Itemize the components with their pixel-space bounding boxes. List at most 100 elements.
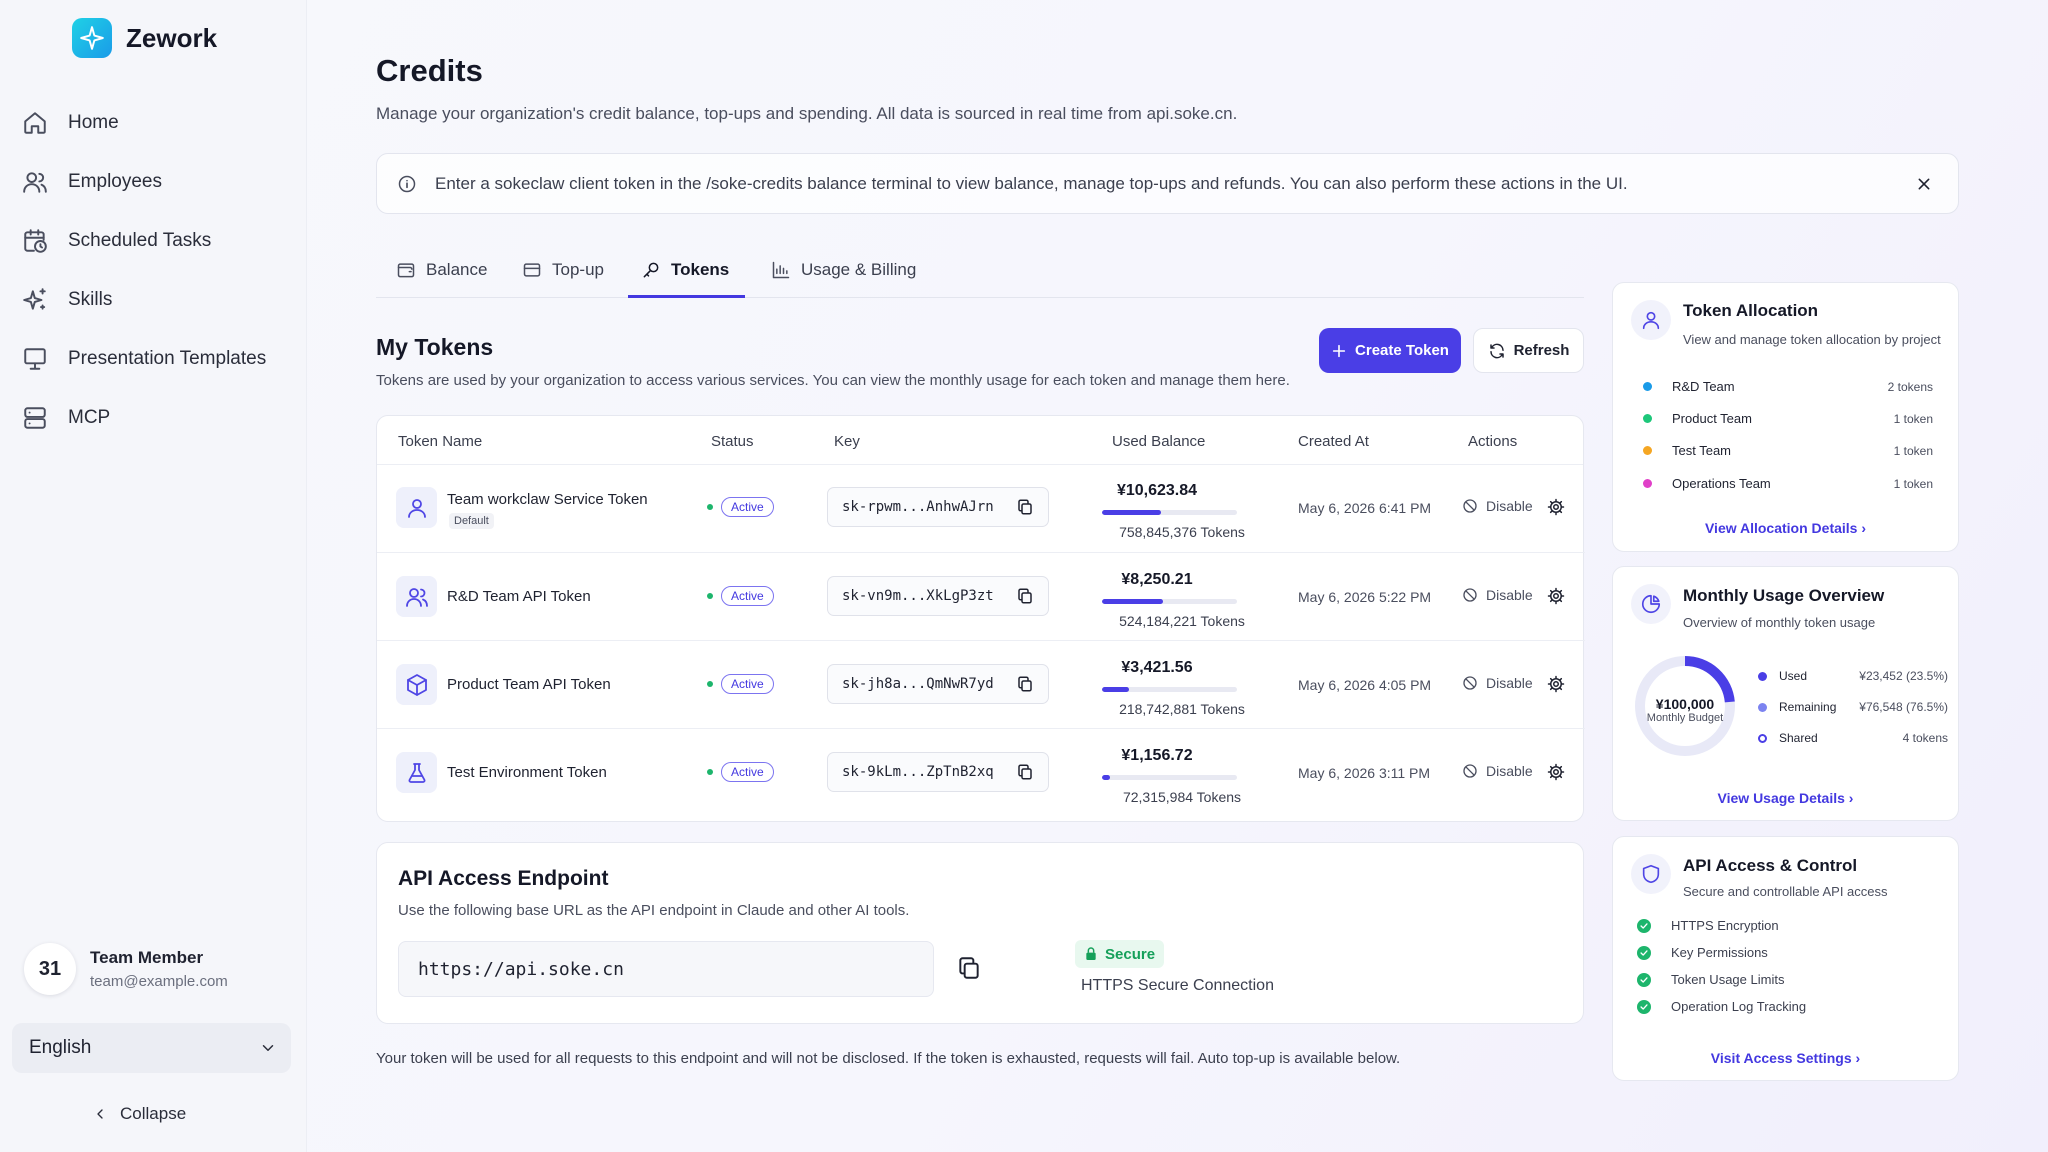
refresh-button[interactable]: Refresh bbox=[1473, 328, 1584, 373]
disable-button[interactable]: Disable bbox=[1462, 675, 1533, 691]
panel-subtitle: Overview of monthly token usage bbox=[1683, 615, 1876, 630]
link-label: View Usage Details bbox=[1717, 790, 1845, 806]
panel-title: Monthly Usage Overview bbox=[1683, 586, 1885, 605]
status-dot bbox=[707, 681, 713, 687]
user-icon bbox=[407, 498, 426, 518]
close-notice-button[interactable] bbox=[1912, 172, 1936, 196]
table-row[interactable]: Test Environment Token Active sk-9kLm...… bbox=[377, 728, 1585, 816]
sidebar-item-mcp[interactable]: MCP bbox=[12, 388, 295, 447]
allocation-item[interactable]: Operations Team 1 token bbox=[1643, 476, 1933, 491]
endpoint-subtitle: Use the following base URL as the API en… bbox=[398, 902, 910, 919]
allocation-item[interactable]: Product Team 1 token bbox=[1643, 411, 1933, 426]
chevron-right-icon: › bbox=[1848, 790, 1854, 806]
status: Active bbox=[707, 674, 774, 694]
table-row[interactable]: Product Team API Token Active sk-jh8a...… bbox=[377, 640, 1585, 728]
section-subtitle: Tokens are used by your organization to … bbox=[376, 372, 1290, 389]
table-row[interactable]: R&D Team API Token Active sk-vn9m...XkLg… bbox=[377, 552, 1585, 640]
team-token-count: 1 token bbox=[1893, 411, 1933, 426]
copy-icon[interactable] bbox=[1016, 763, 1034, 781]
gear-icon[interactable] bbox=[1547, 763, 1565, 781]
tab-balance[interactable]: Balance bbox=[396, 255, 487, 298]
ban-icon bbox=[1463, 676, 1477, 690]
sidebar-item-skills[interactable]: Skills bbox=[12, 270, 295, 329]
sparkle-logo-icon bbox=[72, 18, 112, 58]
user-card[interactable]: 31 Team Member team@example.com bbox=[24, 943, 228, 995]
token-icon bbox=[396, 752, 437, 793]
api-endpoint-card: API Access Endpoint Use the following ba… bbox=[376, 842, 1584, 1024]
users-icon bbox=[23, 171, 47, 193]
budget-amount: ¥100,000 bbox=[1655, 696, 1715, 712]
feature-label: Key Permissions bbox=[1671, 945, 1768, 960]
used-amount: ¥3,421.56 bbox=[1121, 659, 1193, 676]
key-field: sk-9kLm...ZpTnB2xq bbox=[827, 752, 1049, 792]
status-badge: Active bbox=[721, 497, 774, 517]
tab-usage-billing[interactable]: Usage & Billing bbox=[771, 255, 916, 298]
page-title: Credits bbox=[376, 53, 483, 88]
status-dot bbox=[707, 504, 713, 510]
copy-icon[interactable] bbox=[1016, 587, 1034, 605]
table-row[interactable]: Team workclaw Service Token Default Acti… bbox=[377, 464, 1585, 552]
usage-bar-fill bbox=[1102, 775, 1111, 780]
section-title: My Tokens bbox=[376, 334, 494, 360]
tab-tokens[interactable]: Tokens bbox=[628, 255, 745, 298]
feature-item: Operation Log Tracking bbox=[1637, 999, 1806, 1014]
view-allocation-details-link[interactable]: View Allocation Details › bbox=[1613, 520, 1958, 536]
team-color-dot bbox=[1643, 414, 1652, 423]
users-icon bbox=[405, 587, 428, 607]
check-icon bbox=[1637, 999, 1651, 1014]
ban-icon bbox=[1463, 764, 1477, 778]
copy-icon[interactable] bbox=[956, 955, 982, 981]
key-field: sk-rpwm...AnhwAJrn bbox=[827, 487, 1049, 527]
sidebar-item-home[interactable]: Home bbox=[12, 93, 295, 152]
feature-item: Key Permissions bbox=[1637, 945, 1768, 960]
disable-button[interactable]: Disable bbox=[1462, 763, 1533, 779]
allocation-item[interactable]: R&D Team 2 tokens bbox=[1643, 379, 1933, 394]
created-at: May 6, 2026 5:22 PM bbox=[1298, 589, 1432, 605]
legend-value: 4 tokens bbox=[1902, 731, 1948, 745]
panel-title: Token Allocation bbox=[1683, 301, 1819, 320]
gear-icon[interactable] bbox=[1547, 498, 1565, 516]
endpoint-url-field[interactable]: https://api.soke.cn bbox=[398, 941, 934, 997]
gear-icon[interactable] bbox=[1547, 587, 1565, 605]
refresh-icon bbox=[1489, 343, 1504, 358]
disable-button[interactable]: Disable bbox=[1462, 498, 1533, 514]
key-value: sk-jh8a...QmNwR7yd bbox=[842, 676, 994, 692]
key-field: sk-jh8a...QmNwR7yd bbox=[827, 664, 1049, 704]
sidebar-item-scheduled-tasks[interactable]: Scheduled Tasks bbox=[12, 211, 295, 270]
sidebar-item-presentation-templates[interactable]: Presentation Templates bbox=[12, 329, 295, 388]
sidebar-nav: Home Employees Scheduled Tasks Skills Pr… bbox=[12, 93, 295, 447]
create-token-button[interactable]: Create Token bbox=[1319, 328, 1461, 373]
used-tokens: 758,845,376 Tokens bbox=[1119, 524, 1245, 540]
language-value: English bbox=[29, 1037, 92, 1058]
gear-icon[interactable] bbox=[1547, 675, 1565, 693]
tab-top-up[interactable]: Top-up bbox=[522, 255, 604, 298]
disable-label: Disable bbox=[1486, 763, 1533, 779]
created-at: May 6, 2026 3:11 PM bbox=[1298, 765, 1431, 781]
sidebar-item-employees[interactable]: Employees bbox=[12, 152, 295, 211]
legend-dot bbox=[1758, 671, 1767, 681]
disable-label: Disable bbox=[1486, 587, 1533, 603]
disable-button[interactable]: Disable bbox=[1462, 587, 1533, 603]
status-badge: Active bbox=[721, 762, 774, 782]
token-name: Product Team API Token bbox=[447, 676, 611, 693]
copy-icon[interactable] bbox=[1016, 675, 1034, 693]
key-value: sk-vn9m...XkLgP3zt bbox=[842, 588, 994, 604]
copy-icon[interactable] bbox=[1016, 498, 1034, 516]
usage-bar-fill bbox=[1102, 599, 1163, 604]
status-dot bbox=[707, 593, 713, 599]
view-usage-details-link[interactable]: View Usage Details › bbox=[1613, 790, 1958, 806]
chevron-down-icon bbox=[262, 1045, 274, 1051]
panel-icon bbox=[1631, 300, 1671, 340]
brand[interactable]: Zework bbox=[72, 18, 217, 58]
status: Active bbox=[707, 586, 774, 606]
legend-label: Shared bbox=[1779, 731, 1818, 745]
visit-access-settings-link[interactable]: Visit Access Settings › bbox=[1613, 1050, 1958, 1066]
tab-label: Top-up bbox=[552, 260, 604, 279]
language-select[interactable]: English bbox=[12, 1023, 291, 1073]
user-icon bbox=[1642, 311, 1660, 330]
collapse-button[interactable]: Collapse bbox=[92, 1104, 186, 1124]
allocation-item[interactable]: Test Team 1 token bbox=[1643, 443, 1933, 458]
usage-bar bbox=[1102, 599, 1237, 604]
page-subtitle: Manage your organization's credit balanc… bbox=[376, 104, 1238, 123]
chevron-right-icon: › bbox=[1855, 1050, 1861, 1066]
